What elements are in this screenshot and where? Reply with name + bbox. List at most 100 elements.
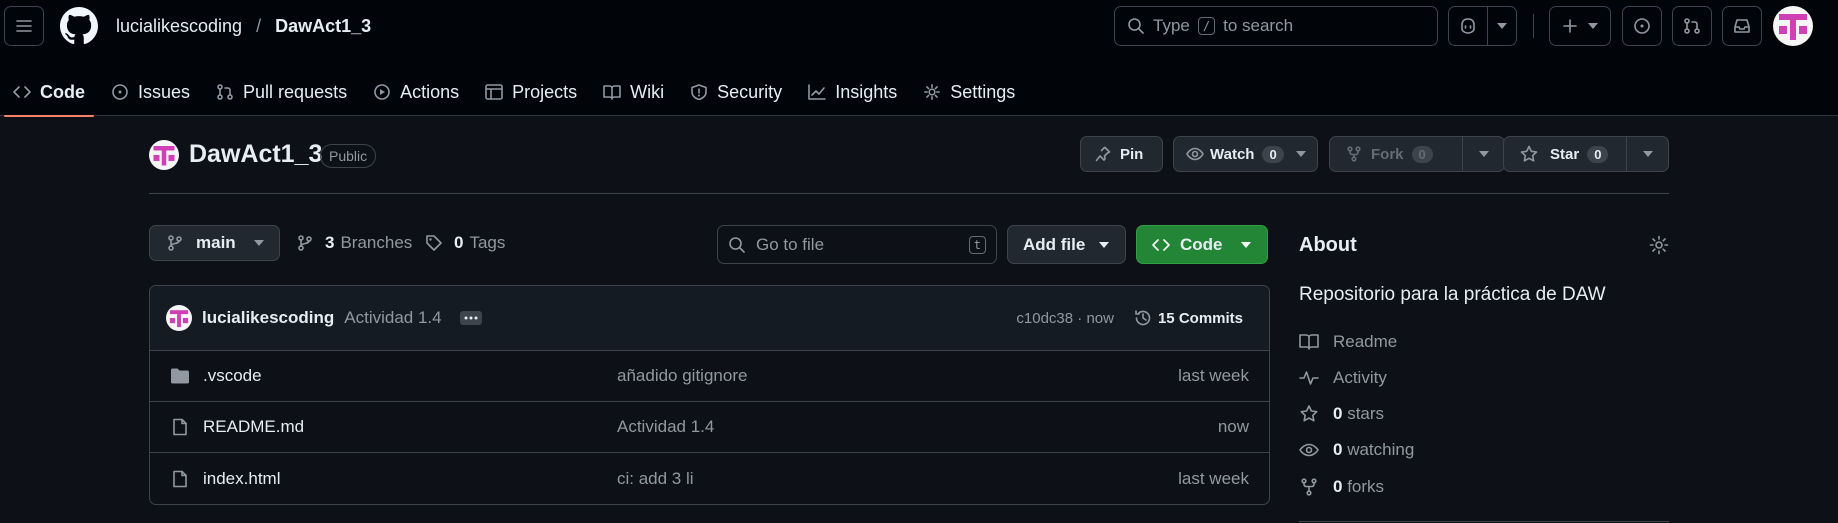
chevron-down-icon: [1099, 241, 1110, 248]
file-row[interactable]: README.md Actividad 1.4 now: [150, 402, 1269, 453]
avatar[interactable]: [1773, 6, 1813, 46]
tab-insights[interactable]: Insights: [795, 68, 910, 116]
chevron-down-icon: [253, 240, 264, 246]
branch-select[interactable]: main: [149, 225, 280, 261]
file-commit-message[interactable]: ci: add 3 li: [617, 469, 694, 489]
file-commit-message[interactable]: Actividad 1.4: [617, 417, 714, 437]
eye-icon: [1299, 443, 1319, 457]
file-row[interactable]: index.html ci: add 3 li last week: [150, 453, 1269, 504]
repo-title[interactable]: DawAct1_3: [189, 140, 322, 169]
tags-count: 0: [454, 233, 464, 252]
identicon-icon: [153, 146, 175, 166]
tab-settings[interactable]: Settings: [910, 68, 1028, 116]
shield-icon: [690, 84, 708, 100]
commit-author[interactable]: lucialikescoding: [202, 308, 334, 328]
commit-author-avatar[interactable]: [166, 305, 192, 331]
tab-issues[interactable]: Issues: [98, 68, 203, 116]
chevron-down-icon: [1497, 23, 1507, 29]
tab-actions[interactable]: Actions: [360, 68, 472, 116]
menu-button[interactable]: [4, 6, 44, 46]
tags-link[interactable]: 0 Tags: [425, 233, 505, 253]
commit-expand-button[interactable]: [459, 311, 482, 325]
copilot-button[interactable]: [1448, 6, 1488, 46]
breadcrumb-repo[interactable]: DawAct1_3: [275, 16, 371, 37]
star-dropdown[interactable]: [1626, 137, 1668, 171]
table-icon: [485, 84, 503, 100]
file-commit-message[interactable]: añadido gitignore: [617, 366, 747, 386]
plus-icon: [1563, 19, 1577, 33]
go-to-file-placeholder: Go to file: [756, 234, 825, 254]
fork-dropdown[interactable]: [1462, 137, 1504, 171]
github-logo-icon[interactable]: [60, 7, 98, 45]
tab-wiki[interactable]: Wiki: [590, 68, 677, 116]
add-file-label: Add file: [1023, 234, 1086, 254]
watching-link[interactable]: 0 watching: [1299, 440, 1414, 460]
watch-count: 0: [1262, 145, 1284, 163]
code-button[interactable]: Code: [1136, 225, 1268, 264]
file-list: .vscode añadido gitignore last week README.…: [150, 351, 1269, 504]
breadcrumb-owner[interactable]: lucialikescoding: [116, 16, 242, 37]
inbox-icon: [1734, 19, 1750, 33]
star-icon: [1300, 405, 1318, 422]
breadcrumb-separator: /: [256, 16, 262, 36]
activity-label: Activity: [1333, 368, 1387, 387]
commit-message[interactable]: Actividad 1.4: [344, 308, 441, 328]
commit-hash-time[interactable]: c10dc38 · now: [1016, 310, 1114, 327]
issues-button[interactable]: [1622, 6, 1662, 46]
go-to-file-input[interactable]: Go to file t: [717, 225, 997, 264]
repo-avatar: [149, 140, 179, 170]
file-name[interactable]: .vscode: [203, 366, 262, 386]
pull-requests-button[interactable]: [1672, 6, 1712, 46]
file-commit-time: last week: [1178, 468, 1249, 488]
create-new-button[interactable]: [1549, 6, 1611, 46]
issue-icon: [1634, 18, 1650, 34]
tab-projects[interactable]: Projects: [472, 68, 590, 116]
tab-security[interactable]: Security: [677, 68, 795, 116]
branch-icon: [168, 235, 182, 251]
header-divider: [1533, 14, 1534, 38]
global-search-input[interactable]: Type / to search: [1114, 6, 1438, 46]
forks-link[interactable]: 0 forks: [1299, 477, 1384, 497]
about-settings-button[interactable]: [1649, 235, 1669, 255]
tab-label: Code: [40, 81, 85, 102]
tags-label: Tags: [469, 233, 506, 252]
readme-label: Readme: [1333, 332, 1398, 351]
history-icon: [1135, 310, 1151, 326]
branches-link[interactable]: 3 Branches: [296, 233, 412, 253]
search-shortcut-key: /: [1197, 17, 1216, 35]
chevron-down-icon: [1478, 151, 1489, 157]
book-icon: [603, 84, 621, 100]
stars-count: 0: [1333, 404, 1343, 423]
file-row[interactable]: .vscode añadido gitignore last week: [150, 351, 1269, 402]
watch-button[interactable]: Watch 0: [1173, 136, 1318, 172]
file-name[interactable]: README.md: [203, 417, 304, 437]
fork-button[interactable]: Fork 0: [1329, 136, 1505, 172]
inbox-button[interactable]: [1722, 6, 1762, 46]
pin-button[interactable]: Pin: [1080, 136, 1163, 172]
star-label: Star: [1550, 145, 1580, 163]
file-table: lucialikescoding Actividad 1.4 c10dc38 ·…: [149, 285, 1270, 505]
watching-label: watching: [1347, 440, 1415, 459]
add-file-button[interactable]: Add file: [1007, 225, 1126, 264]
commits-link[interactable]: 15 Commits: [1134, 309, 1243, 327]
readme-link[interactable]: Readme: [1299, 332, 1397, 352]
tab-pull-requests[interactable]: Pull requests: [203, 68, 360, 116]
identicon-icon: [1779, 14, 1807, 40]
forks-count: 0: [1333, 477, 1343, 496]
stars-link[interactable]: 0 stars: [1299, 404, 1384, 424]
copilot-icon: [1461, 18, 1475, 34]
pulse-icon: [1299, 371, 1319, 385]
pin-icon: [1095, 146, 1111, 162]
about-title: About: [1299, 234, 1357, 256]
copilot-dropdown-button[interactable]: [1487, 6, 1517, 46]
repo-header-divider: [149, 193, 1669, 194]
ellipsis-icon: [464, 316, 478, 320]
tab-code[interactable]: Code: [0, 68, 98, 117]
activity-link[interactable]: Activity: [1299, 368, 1387, 388]
branch-name: main: [196, 233, 236, 252]
file-name[interactable]: index.html: [203, 469, 280, 489]
star-button[interactable]: Star 0: [1503, 136, 1669, 172]
folder-icon: [170, 367, 190, 385]
visibility-badge: Public: [320, 144, 377, 168]
graph-icon: [808, 84, 826, 100]
